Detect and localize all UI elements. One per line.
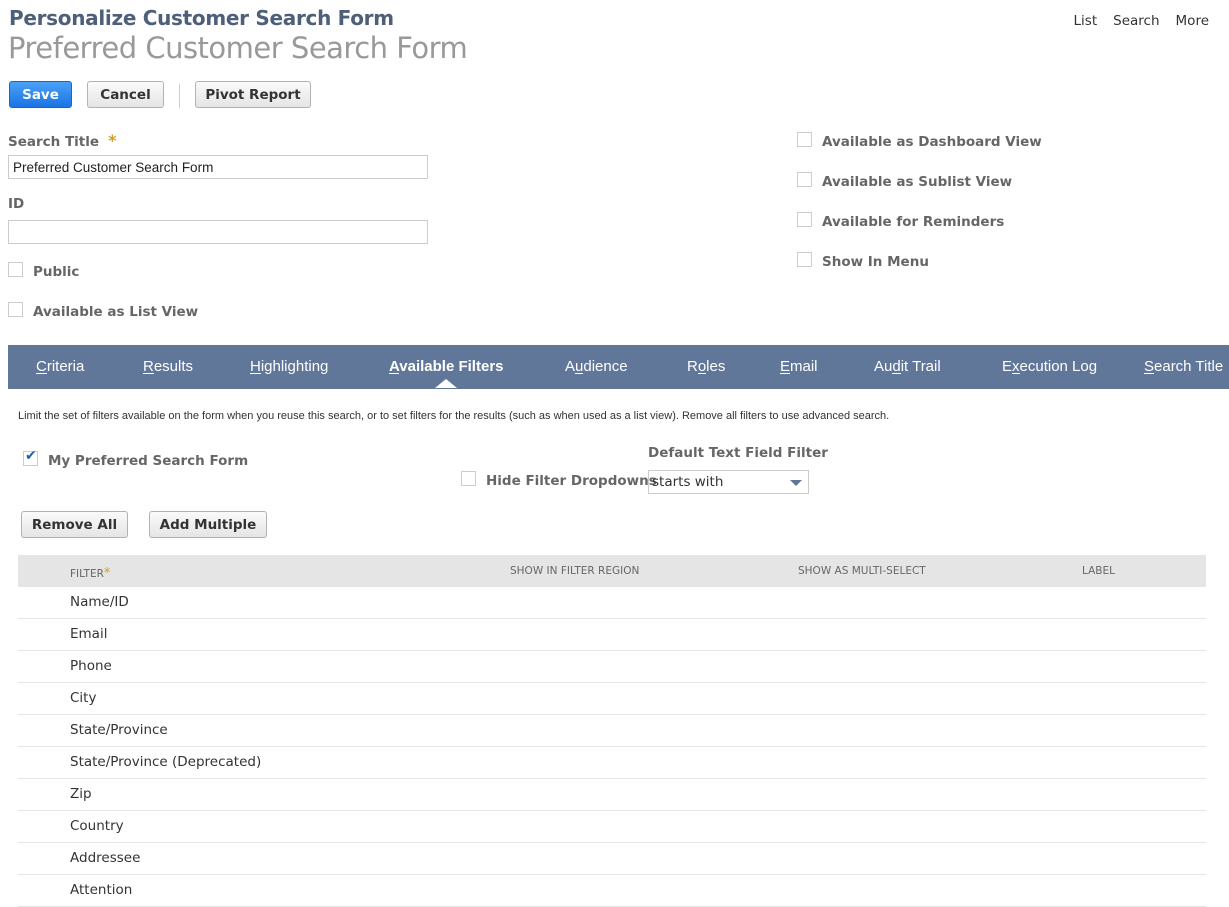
top-links: List Search More	[1074, 13, 1209, 29]
preferred-form-checkbox-row[interactable]: ✔ My Preferred Search Form	[23, 447, 248, 469]
table-row[interactable]: City	[18, 683, 1206, 715]
save-button[interactable]: Save	[9, 81, 72, 108]
dashboard-view-checkbox-row[interactable]: Available as Dashboard View	[797, 128, 1042, 150]
preferred-form-checkbox[interactable]: ✔	[23, 447, 38, 466]
default-filter-select[interactable]: starts with	[648, 470, 809, 494]
dashboard-view-checkbox[interactable]	[797, 131, 812, 147]
list-view-checkbox-row[interactable]: Available as List View	[8, 298, 198, 320]
table-row[interactable]: Email	[18, 619, 1206, 651]
tab-execution-log[interactable]: Execution Log	[1002, 358, 1097, 375]
search-link[interactable]: Search	[1113, 13, 1159, 29]
access-key-underline	[697, 373, 707, 374]
public-label: Public	[33, 264, 80, 280]
access-key-underline	[1144, 373, 1155, 374]
dropdown-arrow-icon	[790, 480, 802, 486]
access-key-underline	[1012, 373, 1020, 374]
page-title: Preferred Customer Search Form	[8, 31, 468, 65]
search-title-input[interactable]	[8, 155, 428, 179]
id-input[interactable]	[8, 220, 428, 244]
search-title-label-text: Search Title	[8, 134, 100, 150]
reminders-checkbox-row[interactable]: Available for Reminders	[797, 208, 1004, 230]
table-row[interactable]: Phone	[18, 651, 1206, 683]
default-filter-value: starts with	[652, 474, 724, 490]
access-key-underline	[892, 373, 901, 374]
tab-search-title[interactable]: Search Title	[1144, 358, 1223, 375]
access-key-underline	[250, 373, 261, 374]
sublist-view-label: Available as Sublist View	[822, 174, 1013, 190]
cancel-button[interactable]: Cancel	[87, 81, 164, 108]
tab-roles[interactable]: Roles	[687, 358, 725, 375]
access-key-underline	[36, 373, 47, 374]
show-in-menu-checkbox-row[interactable]: Show In Menu	[797, 248, 929, 270]
public-checkbox-row[interactable]: Public	[8, 258, 79, 280]
table-row[interactable]: Country	[18, 811, 1206, 843]
subtab-bar: Criteria Results Highlighting Available …	[8, 345, 1229, 389]
tab-audience[interactable]: Audience	[565, 358, 628, 375]
filters-table: FILTER* SHOW IN FILTER REGION SHOW AS MU…	[18, 555, 1206, 907]
pivot-report-button[interactable]: Pivot Report	[195, 81, 311, 108]
sublist-view-checkbox[interactable]	[797, 171, 812, 187]
column-header-show-in-filter-region: SHOW IN FILTER REGION	[510, 565, 640, 577]
reminders-label: Available for Reminders	[822, 214, 1005, 230]
list-link[interactable]: List	[1074, 13, 1098, 29]
table-row[interactable]: Attention	[18, 875, 1206, 907]
column-header-filter: FILTER*	[70, 566, 110, 581]
list-view-checkbox[interactable]	[8, 301, 23, 317]
column-header-show-as-multiselect: SHOW AS MULTI-SELECT	[798, 565, 926, 577]
access-key-underline	[143, 373, 154, 374]
add-multiple-button[interactable]: Add Multiple	[149, 511, 267, 538]
reminders-checkbox[interactable]	[797, 211, 812, 227]
filters-description: Limit the set of filters available on th…	[18, 410, 890, 422]
more-link[interactable]: More	[1176, 13, 1209, 29]
access-key-underline	[575, 373, 584, 374]
default-filter-label: Default Text Field Filter	[648, 445, 828, 461]
access-key-underline	[389, 373, 400, 374]
show-in-menu-label: Show In Menu	[822, 254, 929, 270]
table-row[interactable]: Addressee	[18, 843, 1206, 875]
page-subtitle: Personalize Customer Search Form	[9, 6, 394, 30]
list-view-label: Available as List View	[33, 304, 199, 320]
id-label: ID	[8, 196, 25, 212]
toolbar-divider	[179, 84, 180, 108]
column-header-filter-text: FILTER	[70, 568, 104, 580]
table-row[interactable]: State/Province	[18, 715, 1206, 747]
column-header-label: LABEL	[1082, 565, 1115, 577]
required-marker: *	[103, 566, 111, 581]
table-row[interactable]: Name/ID	[18, 587, 1206, 619]
table-header: FILTER* SHOW IN FILTER REGION SHOW AS MU…	[18, 555, 1206, 587]
required-marker: *	[108, 131, 117, 150]
table-row[interactable]: Zip	[18, 779, 1206, 811]
tab-email[interactable]: Email	[780, 358, 818, 375]
hide-dropdowns-checkbox-row[interactable]: Hide Filter Dropdowns	[461, 467, 657, 489]
tab-highlighting[interactable]: Highlighting	[250, 358, 328, 375]
tab-criteria[interactable]: Criteria	[36, 358, 84, 375]
access-key-underline	[780, 373, 791, 374]
hide-dropdowns-checkbox[interactable]	[461, 470, 476, 486]
sublist-view-checkbox-row[interactable]: Available as Sublist View	[797, 168, 1012, 190]
public-checkbox[interactable]	[8, 261, 23, 277]
tab-audit-trail[interactable]: Audit Trail	[874, 358, 941, 375]
search-title-label: Search Title *	[8, 131, 117, 150]
table-body: Name/ID Email Phone City State/Province State…	[18, 587, 1206, 907]
remove-all-button[interactable]: Remove All	[21, 511, 128, 538]
show-in-menu-checkbox[interactable]	[797, 251, 812, 267]
tab-results[interactable]: Results	[143, 358, 193, 375]
hide-dropdowns-label: Hide Filter Dropdowns	[486, 473, 657, 489]
dashboard-view-label: Available as Dashboard View	[822, 134, 1042, 150]
table-row[interactable]: State/Province (Deprecated)	[18, 747, 1206, 779]
preferred-form-label: My Preferred Search Form	[48, 453, 249, 469]
checkmark-icon: ✔	[25, 447, 37, 464]
tab-available-filters[interactable]: Available Filters	[389, 358, 504, 388]
